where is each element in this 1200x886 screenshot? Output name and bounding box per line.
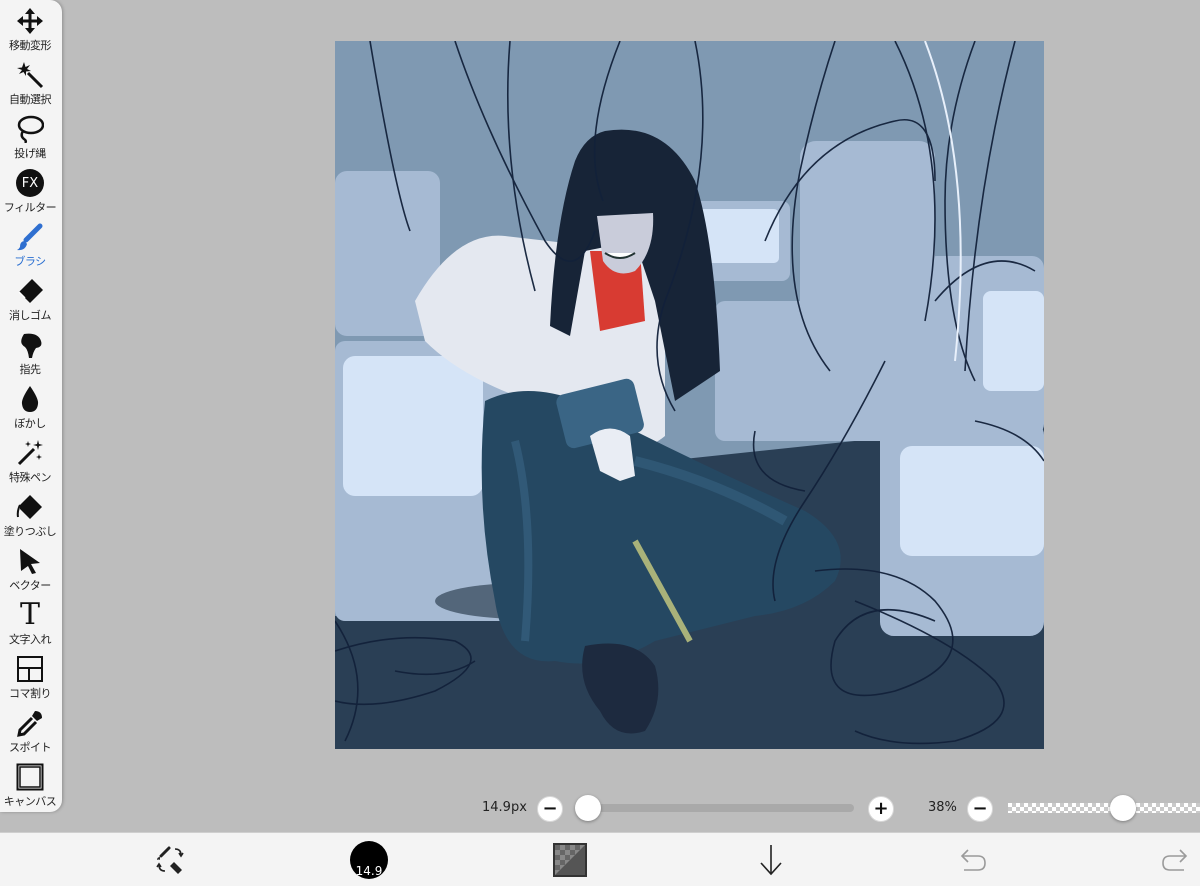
lasso-icon (15, 114, 45, 144)
tool-label: ブラシ (14, 255, 46, 268)
tool-label: 文字入れ (9, 633, 52, 646)
panel-layout-icon (15, 654, 45, 684)
brush-size-value: 14.9px (482, 800, 527, 815)
tool-label: 塗りつぶし (3, 525, 57, 538)
tool-label: キャンバス (3, 795, 57, 808)
fill-bucket-icon (15, 492, 45, 522)
tool-canvas[interactable]: キャンバス (0, 756, 60, 809)
tool-label: 消しゴム (9, 309, 52, 322)
eraser-icon (15, 276, 45, 306)
tool-finger[interactable]: 指先 (0, 324, 60, 377)
tool-panel-layout[interactable]: コマ割り (0, 648, 60, 701)
brush-size-increase-button[interactable]: + (868, 796, 894, 822)
brush-size-circle: 14.9 (350, 840, 388, 879)
finger-smudge-icon (15, 330, 45, 360)
undo-button[interactable] (948, 833, 998, 886)
redo-icon (1162, 848, 1188, 871)
move-arrows-icon (15, 6, 45, 36)
brush-size-text: 14.9 (355, 863, 383, 878)
tool-auto-select[interactable]: 自動選択 (0, 54, 60, 107)
canvas-icon (15, 762, 45, 792)
brush-eraser-toggle-icon (156, 846, 184, 874)
tool-label: 投げ縄 (14, 147, 46, 160)
tool-eraser[interactable]: 消しゴム (0, 270, 60, 323)
magic-wand-icon (15, 60, 45, 90)
tool-label: ベクター (9, 579, 51, 592)
tool-fill[interactable]: 塗りつぶし (0, 486, 60, 539)
tool-filter[interactable]: FX フィルター (0, 162, 60, 215)
brush-size-decrease-button[interactable]: − (537, 796, 563, 822)
tool-label: スポイト (9, 741, 52, 754)
tool-text[interactable]: T 文字入れ (0, 594, 60, 647)
tool-move-transform[interactable]: 移動変形 (0, 0, 60, 53)
tool-label: コマ割り (9, 687, 52, 700)
tool-label: 指先 (19, 363, 42, 376)
tool-label: 自動選択 (9, 93, 52, 106)
opacity-value: 38% (928, 800, 957, 815)
fx-filter-icon: FX (15, 168, 45, 198)
tool-brush[interactable]: ブラシ (0, 216, 60, 269)
bottom-toolbar: 14.9 (0, 832, 1200, 886)
tool-label: フィルター (3, 201, 57, 214)
tool-sidebar: 移動変形 自動選択 投げ縄 FX フィルター ブラシ 消しゴム 指先 ぼかし 特… (0, 0, 62, 812)
tool-label: 特殊ペン (9, 471, 52, 484)
tool-label: ぼかし (14, 417, 46, 430)
redo-button[interactable] (1150, 833, 1200, 886)
brush-eraser-toggle-button[interactable] (145, 833, 195, 886)
opacity-decrease-button[interactable]: − (967, 796, 993, 822)
brush-size-indicator[interactable]: 14.9 (344, 833, 394, 886)
brush-size-slider[interactable] (577, 804, 854, 812)
download-button[interactable] (746, 833, 796, 886)
drawing-canvas[interactable] (335, 41, 1044, 749)
color-swatch-button[interactable] (545, 833, 595, 886)
opacity-slider[interactable] (1008, 803, 1200, 813)
special-pen-icon (15, 438, 45, 468)
color-swatch-icon (553, 842, 587, 877)
tool-label: 移動変形 (9, 39, 52, 52)
canvas-artwork (335, 41, 1044, 749)
vector-cursor-icon (15, 546, 45, 576)
tool-blur[interactable]: ぼかし (0, 378, 60, 431)
text-icon: T (19, 597, 40, 632)
download-arrow-icon (760, 844, 782, 875)
tool-special-pen[interactable]: 特殊ペン (0, 432, 60, 485)
undo-icon (960, 848, 986, 871)
tool-vector[interactable]: ベクター (0, 540, 60, 593)
tool-lasso[interactable]: 投げ縄 (0, 108, 60, 161)
brush-icon (15, 222, 45, 252)
opacity-slider-thumb[interactable] (1110, 795, 1137, 821)
brush-size-slider-thumb[interactable] (575, 795, 602, 821)
eyedropper-icon (15, 708, 45, 738)
blur-drop-icon (15, 384, 45, 414)
tool-eyedropper[interactable]: スポイト (0, 702, 60, 755)
